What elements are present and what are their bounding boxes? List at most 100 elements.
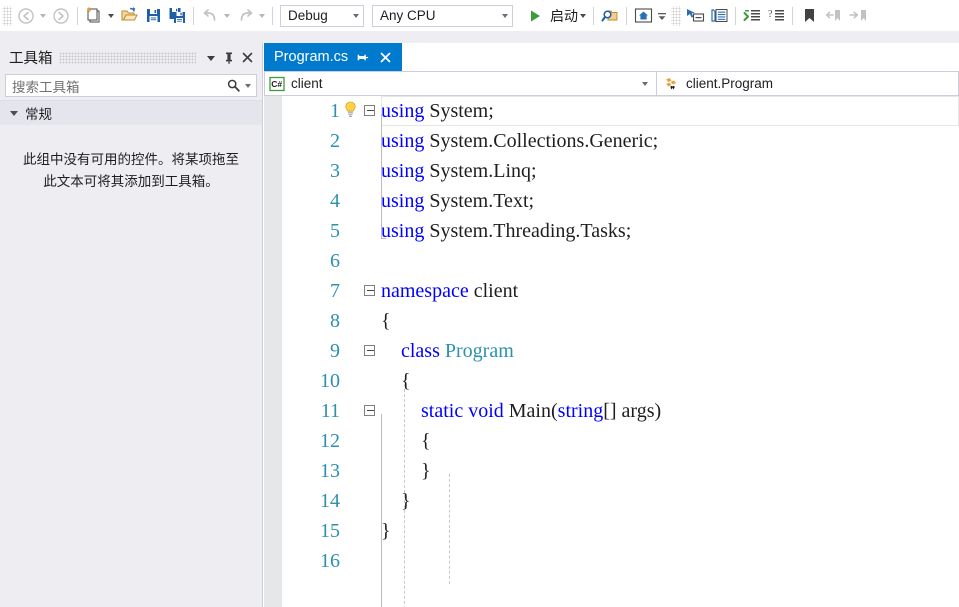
toolbar-separator [626,6,627,25]
properties-window-button[interactable] [683,4,707,28]
code-line[interactable]: 5 using System.Threading.Tasks; [283,216,959,246]
toolbar-grip[interactable] [2,5,12,26]
code-token: { [381,370,411,392]
redo-button[interactable] [233,4,257,28]
collapse-region-button[interactable] [360,396,381,426]
previous-bookmark-button[interactable] [821,4,845,28]
line-number: 9 [330,340,340,362]
code-token: } [381,460,431,482]
csharp-project-icon: C# [269,76,285,91]
collapse-region-button[interactable] [360,96,381,126]
collapse-minus-icon [364,285,375,296]
undo-dropdown-caret[interactable] [224,13,230,18]
code-token: { [381,310,391,332]
code-line[interactable]: 8{ [283,306,959,336]
code-line[interactable]: 16 [283,546,959,576]
code-token: } [381,490,411,512]
toolbar-underline [0,31,959,43]
code-line-text: using System.Collections.Generic; [381,126,658,156]
code-line-text: { [381,306,391,336]
fold-slot [360,516,381,546]
start-dropdown-caret[interactable] [580,13,586,18]
navigate-back-button[interactable] [14,4,38,28]
start-debug-button[interactable] [523,4,547,28]
save-all-button[interactable] [165,4,189,28]
redo-dropdown-caret[interactable] [259,13,265,18]
toggle-bookmark-button[interactable] [797,4,821,28]
code-line[interactable]: 12 { [283,426,959,456]
search-options-caret-icon[interactable] [245,83,251,88]
comment-selection-button[interactable] [740,4,764,28]
navigate-back-dropdown-caret[interactable] [40,13,46,18]
toolbar-separator [735,6,736,25]
toolbox-close-button[interactable] [238,49,256,67]
tab-close-button[interactable] [377,49,394,66]
code-token: System.Linq; [429,160,537,182]
document-tab-program-cs[interactable]: Program.cs [264,43,403,71]
line-bulb-slot [343,516,360,546]
new-item-dropdown-caret[interactable] [108,13,114,18]
navigate-forward-button[interactable] [49,4,73,28]
code-line[interactable]: 4 using System.Text; [283,186,959,216]
new-item-button[interactable] [82,4,106,28]
navbar-project-dropdown[interactable]: C# client [264,71,657,96]
line-number: 5 [330,220,340,242]
quick-actions-button[interactable] [343,96,360,126]
collapse-region-button[interactable] [360,276,381,306]
editor-indicator-margin[interactable] [264,96,283,607]
toolbar-grip[interactable] [671,5,681,26]
fold-slot [360,546,381,576]
search-icon [224,77,242,95]
code-line[interactable]: 10 { [283,366,959,396]
solution-explorer-button[interactable] [631,4,655,28]
open-file-button[interactable] [117,4,141,28]
code-line[interactable]: 11 static void Main(string[] args) [283,396,959,426]
code-line-text: using System.Linq; [381,156,537,186]
code-line[interactable]: 1 using System; [283,96,959,126]
code-token: using [381,160,430,182]
code-line[interactable]: 2 using System.Collections.Generic; [283,126,959,156]
line-number: 1 [330,100,340,122]
line-number: 7 [330,280,340,302]
code-line[interactable]: 3 using System.Linq; [283,156,959,186]
code-line-text: { [381,426,431,456]
code-line[interactable]: 14 } [283,486,959,516]
toolbox-search-box[interactable]: 搜索工具箱 [5,74,257,97]
code-line[interactable]: 15} [283,516,959,546]
collapse-region-button[interactable] [360,336,381,366]
code-line[interactable]: 13 } [283,456,959,486]
navbar-type-dropdown[interactable]: client.Program [657,71,959,96]
undo-button[interactable] [198,4,222,28]
chevron-down-icon [207,55,215,61]
navigate-back-icon [18,7,34,24]
tab-pin-button[interactable] [354,49,371,66]
code-line[interactable]: 6 [283,246,959,276]
code-editor-surface[interactable]: 1 using System; 2 using System.Collections.… [264,96,959,607]
toolbar-separator [272,6,273,25]
uncomment-selection-button[interactable]: ? [764,4,788,28]
search-input[interactable]: 搜索工具箱 [12,76,224,96]
chevron-down-icon [642,81,648,86]
toolbar-overflow-button[interactable] [655,4,669,28]
play-icon [531,10,540,21]
solution-platform-combo[interactable]: Any CPU [372,4,513,27]
svg-text:?: ? [768,9,773,20]
document-tab-label: Program.cs [274,49,349,65]
solution-configuration-combo[interactable]: Debug [280,4,364,27]
line-bulb-slot [343,546,360,576]
toolbox-auto-hide-button[interactable] [220,49,238,67]
toolbox-drag-handle[interactable] [58,51,196,64]
pin-icon [226,52,232,64]
code-line[interactable]: 9 class Program [283,336,959,366]
code-line[interactable]: 7 namespace client [283,276,959,306]
toolbox-category-general[interactable]: 常规 [0,100,262,125]
save-button[interactable] [141,4,165,28]
navbar-project-value: client [291,76,323,91]
toolbox-window-menu-button[interactable] [202,49,220,67]
next-bookmark-button[interactable] [845,4,869,28]
object-browser-button[interactable] [707,4,731,28]
line-bulb-slot [343,396,360,426]
class-member-icon [666,77,676,90]
code-line-text: using System; [381,96,494,126]
find-in-files-button[interactable] [598,4,622,28]
